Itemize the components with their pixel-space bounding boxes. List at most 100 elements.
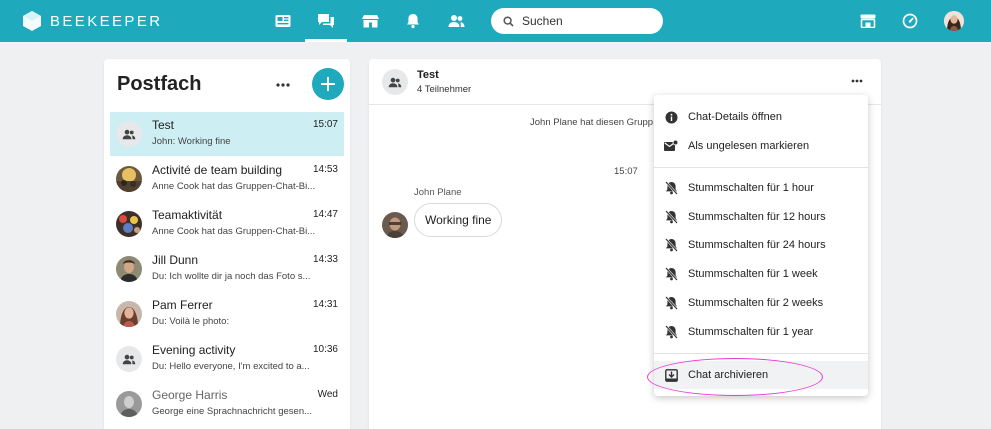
top-navigation-bar: BEEKEEPER	[0, 0, 991, 42]
chat-time: 14:31	[312, 299, 338, 310]
menu-item-label: Stummschalten für 24 hours	[688, 239, 826, 251]
menu-item-mark-unread[interactable]: Als ungelesen markieren	[654, 132, 868, 160]
chat-preview: Du: Ich wollte dir ja noch das Foto s...	[152, 271, 311, 282]
chat-list-item[interactable]: Test 15:07 John: Working fine	[110, 112, 344, 156]
inbox-title: Postfach	[117, 73, 202, 95]
sender-avatar[interactable]	[382, 212, 408, 238]
message-timestamp: 15:07	[614, 166, 638, 177]
menu-item-mute-1-year[interactable]: Stummschalten für 1 year	[654, 318, 868, 346]
apps-icon	[860, 14, 876, 28]
nav-chat[interactable]	[305, 0, 347, 42]
chat-time: 14:33	[312, 254, 338, 265]
participant-count[interactable]: 4 Teilnehmer	[417, 84, 471, 95]
message-bubble[interactable]: Working fine	[414, 203, 503, 237]
mute-icon	[664, 238, 678, 252]
person-photo	[116, 391, 142, 417]
message-sender: John Plane	[414, 187, 462, 198]
menu-item-mute-12-hours[interactable]: Stummschalten für 12 hours	[654, 203, 868, 231]
chat-name: Teamaktivität	[152, 208, 223, 222]
search-icon	[503, 15, 514, 27]
chat-avatar-photo	[116, 256, 142, 282]
mute-icon	[664, 296, 678, 310]
chat-list-item[interactable]: Teamaktivität 14:47 Anne Cook hat das Gr…	[110, 202, 344, 246]
news-feed-icon	[275, 15, 291, 27]
chat-list-item[interactable]: Pam Ferrer 14:31 Du: Voilà le photo:	[110, 292, 344, 336]
menu-item-label: Chat-Details öffnen	[688, 111, 782, 123]
nav-dashboard[interactable]	[889, 0, 931, 42]
conversation-options-menu: Chat-Details öffnen Als ungelesen markie…	[654, 95, 868, 396]
nav-apps[interactable]	[847, 0, 889, 42]
conversation-more-button[interactable]	[845, 71, 869, 91]
chat-preview: Anne Cook hat das Gruppen-Chat-Bi...	[152, 181, 316, 192]
menu-item-mute-1-hour[interactable]: Stummschalten für 1 hour	[654, 174, 868, 202]
plus-icon	[321, 77, 335, 91]
brand-name: BEEKEEPER	[50, 12, 163, 30]
chat-avatar-photo	[116, 166, 142, 192]
chat-list-item[interactable]: George Harris Wed George eine Sprachnach…	[110, 382, 344, 426]
mute-icon	[664, 267, 678, 281]
team-photo	[116, 211, 142, 237]
menu-item-archive-chat[interactable]: Chat archivieren	[654, 361, 868, 389]
team-photo	[116, 166, 142, 192]
menu-item-label: Stummschalten für 1 year	[688, 326, 814, 338]
more-horizontal-icon	[851, 79, 863, 83]
archive-icon	[664, 368, 678, 382]
menu-item-mute-1-week[interactable]: Stummschalten für 1 week	[654, 260, 868, 288]
group-avatar	[116, 121, 142, 147]
beekeeper-logo-icon	[23, 11, 41, 31]
search-bar[interactable]	[491, 8, 663, 34]
store-icon	[361, 15, 379, 28]
menu-item-label: Stummschalten für 12 hours	[688, 211, 826, 223]
conversation-title[interactable]: Test	[417, 69, 439, 81]
chat-time: 14:47	[312, 209, 338, 220]
mute-icon	[664, 181, 678, 195]
notifications-icon	[407, 14, 419, 29]
chat-list-item[interactable]: Evening activity 10:36 Du: Hello everyon…	[110, 337, 344, 381]
chat-time: 10:36	[312, 344, 338, 355]
conversation-avatar[interactable]	[382, 69, 408, 95]
inbox-panel: Postfach Test 15:07 John: Working fine A…	[104, 59, 350, 429]
group-avatar	[116, 346, 142, 372]
person-photo	[382, 212, 408, 238]
menu-item-mute-2-weeks[interactable]: Stummschalten für 2 weeks	[654, 289, 868, 317]
chat-list-item[interactable]: Jill Dunn 14:33 Du: Ich wollte dir ja no…	[110, 247, 344, 291]
chat-name: George Harris	[152, 388, 228, 402]
chat-name: Evening activity	[152, 343, 236, 357]
group-icon	[122, 354, 136, 364]
mute-icon	[664, 210, 678, 224]
inbox-more-button[interactable]	[271, 73, 295, 97]
nav-news-feed[interactable]	[262, 0, 304, 42]
group-icon	[388, 77, 402, 87]
nav-store[interactable]	[349, 0, 391, 42]
chat-name: Activité de team building	[152, 163, 283, 177]
menu-separator	[654, 167, 868, 168]
group-icon	[122, 129, 136, 139]
chat-avatar-photo	[116, 391, 142, 417]
nav-contacts[interactable]	[435, 0, 477, 42]
user-avatar[interactable]	[944, 11, 964, 31]
chat-name: Jill Dunn	[152, 253, 199, 267]
menu-item-label: Chat archivieren	[688, 369, 769, 381]
chat-icon	[318, 14, 334, 28]
menu-separator	[654, 353, 868, 354]
dashboard-icon	[902, 13, 918, 29]
chat-preview: John: Working fine	[152, 136, 231, 147]
person-photo	[116, 256, 142, 282]
beekeeper-logo[interactable]: BEEKEEPER	[22, 10, 162, 32]
chat-preview: George eine Sprachnachricht gesen...	[152, 406, 313, 417]
chat-preview: Du: Hello everyone, I'm excited to a...	[152, 361, 310, 372]
menu-item-mute-24-hours[interactable]: Stummschalten für 24 hours	[654, 231, 868, 259]
contacts-icon	[448, 15, 464, 27]
info-icon	[664, 110, 678, 124]
chat-list-item[interactable]: Activité de team building 14:53 Anne Coo…	[110, 157, 344, 201]
nav-notifications[interactable]	[392, 0, 434, 42]
menu-item-chat-details[interactable]: Chat-Details öffnen	[654, 103, 868, 131]
menu-item-label: Als ungelesen markieren	[688, 140, 810, 152]
search-input[interactable]	[522, 14, 652, 28]
new-chat-button[interactable]	[312, 68, 344, 100]
user-avatar-photo	[944, 11, 964, 31]
chat-avatar-photo	[116, 211, 142, 237]
menu-item-label: Stummschalten für 1 week	[688, 268, 818, 280]
chat-time: 14:53	[312, 164, 338, 175]
chat-time: 15:07	[312, 119, 338, 130]
